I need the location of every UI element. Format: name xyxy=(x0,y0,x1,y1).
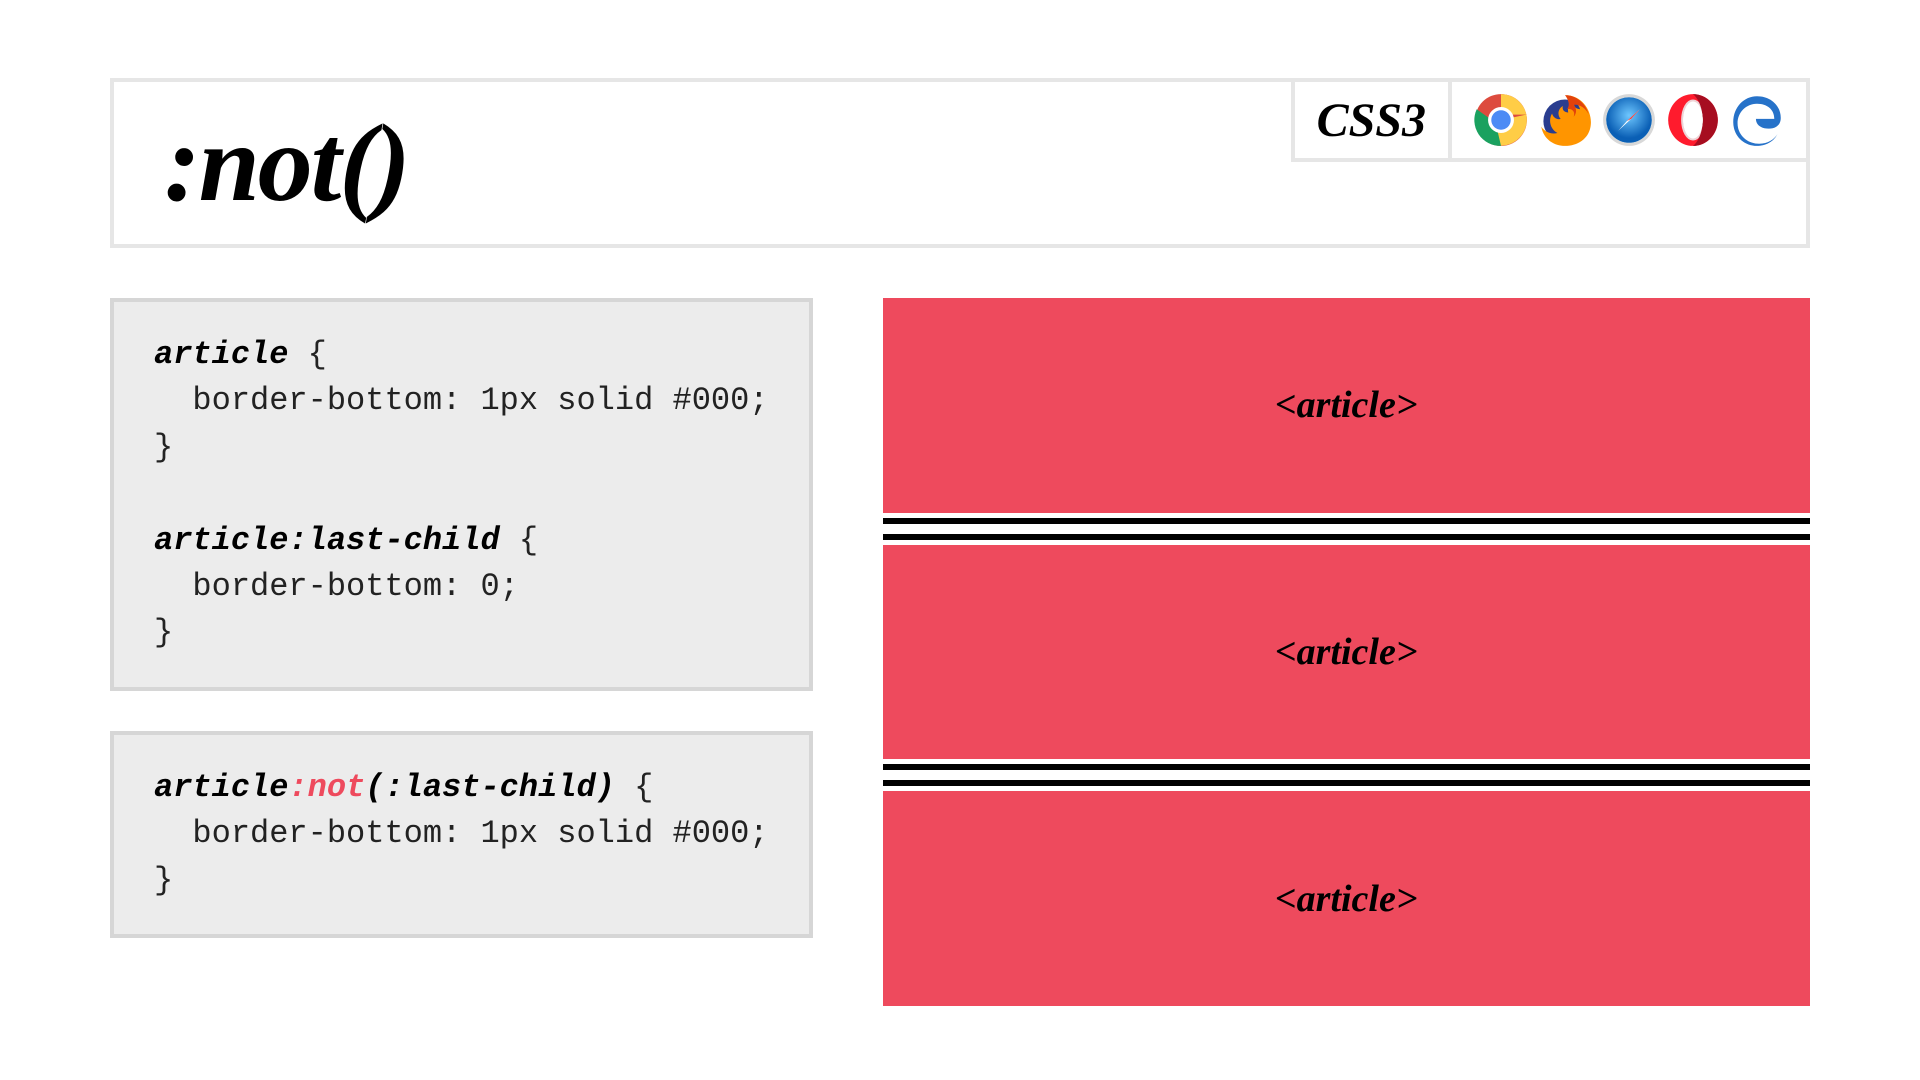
preview-divider-1 xyxy=(883,513,1811,545)
header-badges: CSS3 xyxy=(1291,82,1806,244)
safari-icon xyxy=(1602,93,1656,147)
firefox-icon xyxy=(1538,93,1592,147)
preview-article-label: <article> xyxy=(1275,630,1418,674)
slide-body: article { border-bottom: 1px solid #000;… xyxy=(110,298,1810,1030)
border-line xyxy=(883,764,1811,770)
code-brace: } xyxy=(154,862,173,899)
code-rule: border-bottom: 1px solid #000; xyxy=(154,815,769,852)
code-selector: article xyxy=(154,769,288,806)
border-line xyxy=(883,534,1811,540)
code-selector-highlight: :not xyxy=(288,769,365,806)
code-block-after: article:not(:last-child) { border-bottom… xyxy=(110,731,813,938)
chrome-icon xyxy=(1474,93,1528,147)
code-column: article { border-bottom: 1px solid #000;… xyxy=(110,298,813,1030)
code-selector: article:last-child xyxy=(154,522,500,559)
code-brace: { xyxy=(500,522,538,559)
code-rule: border-bottom: 0; xyxy=(154,568,519,605)
code-rule: border-bottom: 1px solid #000; xyxy=(154,382,769,419)
code-block-before-pre: article { border-bottom: 1px solid #000;… xyxy=(154,332,769,657)
border-line xyxy=(883,780,1811,786)
css3-badge: CSS3 xyxy=(1291,82,1448,162)
opera-icon xyxy=(1666,93,1720,147)
preview-article-label: <article> xyxy=(1275,877,1418,921)
edge-icon xyxy=(1730,93,1784,147)
preview-article-1: <article> xyxy=(883,298,1811,513)
code-brace: } xyxy=(154,429,173,466)
slide-header: :not() CSS3 xyxy=(110,78,1810,248)
code-block-before: article { border-bottom: 1px solid #000;… xyxy=(110,298,813,691)
code-brace: { xyxy=(615,769,653,806)
preview-article-3: <article> xyxy=(883,791,1811,1006)
page-title-text: :not() xyxy=(164,100,409,227)
slide-stage: :not() CSS3 xyxy=(0,0,1920,1080)
code-selector: (:last-child) xyxy=(365,769,615,806)
browser-support-icons xyxy=(1448,82,1806,162)
css3-badge-text: CSS3 xyxy=(1317,93,1426,148)
preview-column: <article> <article> <article> xyxy=(883,298,1811,1030)
preview-spacer-bottom xyxy=(883,1006,1811,1030)
border-line xyxy=(883,518,1811,524)
page-title: :not() xyxy=(114,82,1291,244)
code-brace: { xyxy=(288,336,326,373)
code-selector: article xyxy=(154,336,288,373)
code-brace: } xyxy=(154,614,173,651)
preview-article-label: <article> xyxy=(1275,383,1418,427)
code-block-after-pre: article:not(:last-child) { border-bottom… xyxy=(154,765,769,904)
preview-article-2: <article> xyxy=(883,545,1811,760)
preview-divider-2 xyxy=(883,759,1811,791)
